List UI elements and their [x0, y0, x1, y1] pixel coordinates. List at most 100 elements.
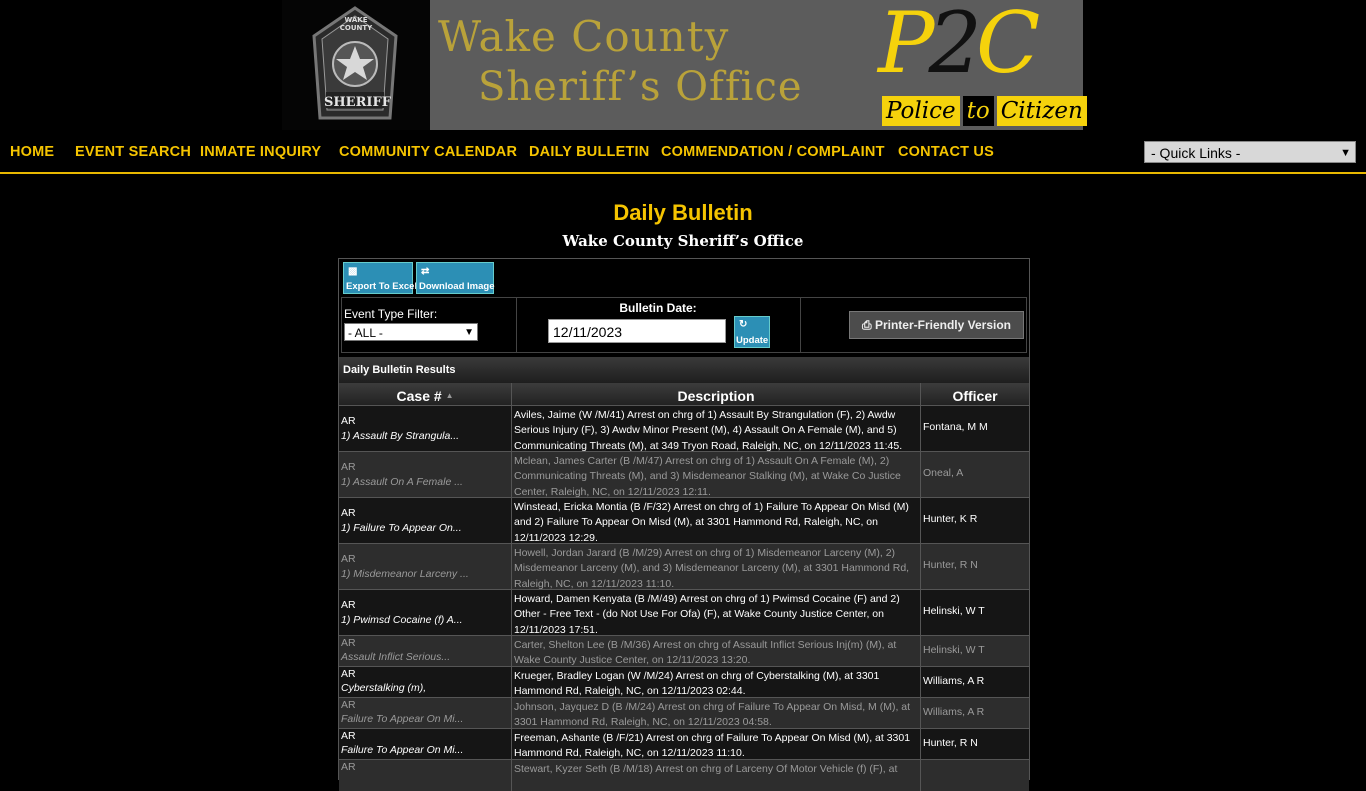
chevron-down-icon: ▼ [464, 327, 474, 338]
event-type-value: - ALL - [348, 326, 383, 340]
download-image-label: Download Image [419, 281, 495, 292]
p2c-letter-c: C [975, 0, 1040, 92]
description-cell: Howard, Damen Kenyata (B /M/49) Arrest o… [512, 590, 921, 636]
table-row[interactable]: AR 1) Failure To Appear On... Winstead, Er… [339, 497, 1029, 544]
case-code: AR [341, 461, 356, 473]
description-cell: Winstead, Ericka Montia (B /F/32) Arrest… [512, 498, 921, 544]
quick-links-select[interactable]: - Quick Links - ▼ [1144, 141, 1356, 163]
col-header-description[interactable]: Description [512, 383, 921, 405]
exchange-icon: ⇄ [421, 266, 430, 277]
case-code: AR [341, 761, 356, 773]
case-cell[interactable]: AR 1) Assault By Strangula... [339, 406, 512, 452]
officer-cell: Oneal, A [921, 452, 1029, 498]
badge-top-text: WAKE COUNTY [339, 16, 373, 32]
case-cell[interactable]: AR Failure To Appear On Mi... [339, 729, 512, 760]
case-code: AR [341, 553, 356, 565]
table-row[interactable]: AR Assault Inflict Serious... Carter, Shel… [339, 635, 1029, 667]
agency-name-line2: Sheriff’s Office [478, 64, 803, 110]
case-charge: 1) Pwimsd Cocaine (f) A... [341, 614, 463, 626]
nav-event-search[interactable]: EVENT SEARCH [75, 144, 191, 160]
case-code: AR [341, 730, 356, 742]
tagline-to: to [962, 96, 994, 126]
printer-icon: ⎙ [862, 318, 872, 332]
case-cell[interactable]: AR [339, 760, 512, 791]
description-text: Freeman, Ashante (B /F/21) Arrest on chr… [514, 732, 911, 760]
tagline-police: Police [882, 96, 960, 126]
printer-friendly-button[interactable]: ⎙ Printer-Friendly Version [849, 311, 1024, 339]
case-code: AR [341, 699, 356, 711]
description-cell: Aviles, Jaime (W /M/41) Arrest on chrg o… [512, 406, 921, 452]
description-cell: Carter, Shelton Lee (B /M/36) Arrest on … [512, 636, 921, 667]
event-type-label: Event Type Filter: [344, 307, 438, 321]
officer-cell: Hunter, R N [921, 729, 1029, 760]
bulletin-date-input[interactable]: 12/11/2023 [548, 319, 726, 343]
description-cell: Stewart, Kyzer Seth (B /M/18) Arrest on … [512, 760, 921, 791]
sort-icon: ▲ [445, 391, 454, 400]
update-label: Update [736, 335, 769, 346]
p2c-logo: P2C [878, 0, 1040, 92]
table-row[interactable]: AR Failure To Appear On Mi... Freeman, Ash… [339, 728, 1029, 760]
officer-cell: Williams, A R [921, 698, 1029, 729]
case-cell[interactable]: AR Failure To Appear On Mi... [339, 698, 512, 729]
save-icon: ▩ [348, 266, 358, 277]
case-cell[interactable]: AR Assault Inflict Serious... [339, 636, 512, 667]
banner-badge-area: WAKE COUNTY SHERIFF [282, 0, 430, 130]
update-button[interactable]: ↻ Update [734, 316, 770, 348]
nav-home[interactable]: HOME [10, 144, 54, 160]
bulletin-date-filter: Bulletin Date: 12/11/2023 ↻ Update [516, 298, 801, 352]
col-case-label: Case # [396, 388, 442, 404]
case-code: AR [341, 507, 356, 519]
case-code: AR [341, 668, 356, 680]
table-row[interactable]: AR 1) Misdemeanor Larceny ... Howell, Jord… [339, 543, 1029, 590]
officer-cell: Williams, A R [921, 667, 1029, 698]
case-code: AR [341, 415, 356, 427]
nav-commendation-complaint[interactable]: COMMENDATION / COMPLAINT [661, 144, 885, 160]
nav-daily-bulletin[interactable]: DAILY BULLETIN [529, 144, 649, 160]
export-excel-button[interactable]: ▩ Export To Excel [343, 262, 417, 294]
table-row[interactable]: AR 1) Assault On A Female ... Mclean, Jame… [339, 451, 1029, 498]
officer-cell [921, 760, 1029, 791]
description-text: Winstead, Ericka Montia (B /F/32) Arrest… [514, 501, 909, 544]
tagline-citizen: Citizen [996, 96, 1087, 126]
officer-name: Williams, A R [923, 675, 985, 687]
col-header-case[interactable]: Case # ▲ [339, 383, 512, 405]
nav-inmate-inquiry[interactable]: INMATE INQUIRY [200, 144, 321, 160]
case-cell[interactable]: AR Cyberstalking (m), [339, 667, 512, 698]
case-cell[interactable]: AR 1) Misdemeanor Larceny ... [339, 544, 512, 590]
table-row[interactable]: AR 1) Pwimsd Cocaine (f) A... Howard, Dame… [339, 589, 1029, 636]
bulletin-panel: ▩ Export To Excel ⇄ Download Image Event… [338, 258, 1030, 791]
nav-community-calendar[interactable]: COMMUNITY CALENDAR [339, 144, 517, 160]
banner-logo[interactable]: Wake County Sheriff’s Office P2C Police … [430, 0, 1087, 130]
badge-bottom-text: SHERIFF [324, 95, 391, 110]
nav-contact-us[interactable]: CONTACT US [898, 144, 994, 160]
case-charge: 1) Assault On A Female ... [341, 476, 463, 488]
officer-cell: Helinski, W T [921, 590, 1029, 636]
bulletin-date-label: Bulletin Date: [619, 301, 697, 315]
table-row[interactable]: AR Failure To Appear On Mi... Johnson, Jay… [339, 697, 1029, 729]
description-text: Carter, Shelton Lee (B /M/36) Arrest on … [514, 639, 897, 667]
event-type-filter: Event Type Filter: - ALL - ▼ [342, 298, 517, 352]
officer-name: Fontana, M M [923, 421, 988, 433]
table-row[interactable]: AR Cyberstalking (m), Krueger, Bradley Log… [339, 666, 1029, 698]
case-charge: 1) Misdemeanor Larceny ... [341, 568, 469, 580]
officer-name: Williams, A R [923, 706, 985, 718]
agency-name-line1: Wake County [438, 12, 730, 61]
event-type-select[interactable]: - ALL - ▼ [344, 323, 478, 341]
officer-name: Hunter, R N [923, 559, 978, 571]
case-cell[interactable]: AR 1) Pwimsd Cocaine (f) A... [339, 590, 512, 636]
case-code: AR [341, 637, 356, 649]
officer-cell: Fontana, M M [921, 406, 1029, 452]
table-row[interactable]: AR Stewart, Kyzer Seth (B /M/18) Arrest o… [339, 759, 1029, 791]
page-subtitle: Wake County Sheriff’s Office [562, 232, 804, 250]
table-row[interactable]: AR 1) Assault By Strangula... Aviles, Jaim… [339, 405, 1029, 452]
p2c-tagline: Police to Citizen [882, 96, 1087, 126]
description-cell: Mclean, James Carter (B /M/47) Arrest on… [512, 452, 921, 498]
officer-cell: Helinski, W T [921, 636, 1029, 667]
col-header-officer[interactable]: Officer [921, 383, 1029, 405]
case-cell[interactable]: AR 1) Failure To Appear On... [339, 498, 512, 544]
case-cell[interactable]: AR 1) Assault On A Female ... [339, 452, 512, 498]
case-charge: Failure To Appear On Mi... [341, 713, 464, 725]
case-charge: Failure To Appear On Mi... [341, 744, 464, 756]
description-text: Aviles, Jaime (W /M/41) Arrest on chrg o… [514, 409, 903, 452]
download-image-button[interactable]: ⇄ Download Image [416, 262, 494, 294]
